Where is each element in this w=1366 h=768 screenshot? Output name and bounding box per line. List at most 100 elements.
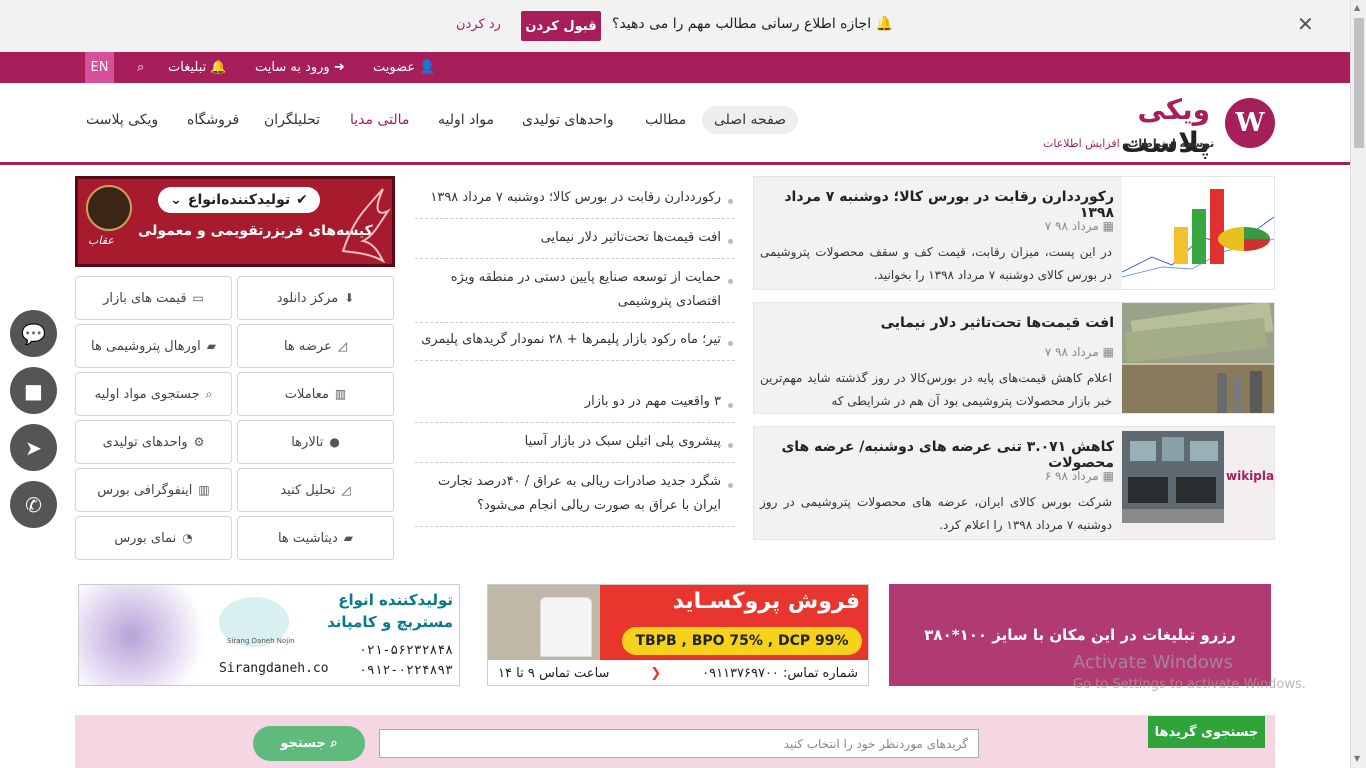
transactions-button[interactable]: ▥ معاملات (237, 372, 394, 416)
forums-button[interactable]: ● تالارها (237, 420, 394, 464)
nav-shop[interactable]: فروشگاه (187, 112, 239, 128)
scroll-up-icon[interactable]: ▲ (1354, 3, 1360, 12)
notification-bar: ✕ اجازه اطلاع رسانی مطالب مهم را می دهید… (0, 0, 1350, 52)
raw-material-search-button[interactable]: ⌕ جستجوی مواد اولیه (75, 372, 232, 416)
ad-phones: ۰۲۱-۵۶۲۳۲۸۴۸ ۰۹۱۲-۰۲۲۴۸۹۳ (359, 643, 453, 678)
accept-button[interactable]: قبول کردن (521, 11, 601, 41)
banner-line2: کیسه‌های فریزرتقویمی و معمولی (138, 223, 373, 239)
post-excerpt: شرکت بورس کالای ایران، عرضه های محصولات … (760, 495, 1112, 532)
post-thumbnail (1122, 303, 1274, 413)
pie-chart-icon: ◔ (182, 531, 193, 545)
featured-post[interactable]: wikiplast کاهش ۳.۰۷۱ تنی عرضه های دوشنبه… (753, 426, 1275, 540)
featured-post[interactable]: رکورددارن رقابت در بورس کالا؛ دوشنبه ۷ م… (753, 176, 1275, 290)
login-link[interactable]: ورود به سایت ➜ (255, 60, 345, 75)
overhaul-button[interactable]: ▰ اورهال پتروشیمی ها (75, 324, 232, 368)
close-icon[interactable]: ✕ (1297, 12, 1314, 36)
bell-icon: 🔔 (875, 16, 893, 32)
post-date: ۷ مرداد ۹۸ ▦ (1044, 219, 1114, 233)
market-prices-button[interactable]: ▭ قیمت های بازار (75, 276, 232, 320)
calendar-icon: ▦ (1102, 219, 1114, 233)
datasheets-button[interactable]: ▰ دیتاشیت ها (237, 516, 394, 560)
news-list-item[interactable]: ۳ واقعیت مهم در دو بازار (415, 390, 735, 423)
nav-articles[interactable]: مطالب (645, 112, 686, 128)
analyze-button[interactable]: ◿ تحلیل کنید (237, 468, 394, 512)
chat-icon[interactable]: 💬 (10, 310, 57, 357)
exchange-view-button[interactable]: ◔ نمای بورس (75, 516, 232, 560)
post-thumbnail (1122, 177, 1274, 289)
area-chart-icon: ◿ (341, 483, 351, 497)
news-list-item[interactable]: پیشروی پلی اتیلن سبک در بازار آسیا (415, 430, 735, 463)
ad-reserve-text: رزرو تبلیغات در این مکان با سایز ۱۰۰*۳۸۰ (924, 626, 1236, 644)
comments-icon: ● (329, 435, 340, 449)
ad-peroxide[interactable]: فروش پروکسـاید TBPB , BPO 75% , DCP 99% … (487, 584, 869, 686)
nav-multimedia[interactable]: مالتی مدیا (350, 112, 409, 128)
nav-analysts[interactable]: تحلیلگران (264, 112, 320, 128)
post-title[interactable]: کاهش ۳.۰۷۱ تنی عرضه های دوشنبه/ عرضه های… (754, 439, 1114, 471)
grade-search-bar: جستجوی گریدها گریدهای موردنظر خود را انت… (75, 715, 1275, 768)
sign-in-icon: ➜ (333, 60, 345, 75)
grade-search-input[interactable]: گریدهای موردنظر خود را انتخاب کنید (379, 729, 979, 758)
membership-link[interactable]: عضویت 👤 (373, 60, 435, 75)
ad-site: Sirangdaneh.co (219, 661, 329, 676)
nav-home[interactable]: صفحه اصلی (702, 106, 799, 134)
nav-wikiplast[interactable]: ویکی پلاست (86, 112, 158, 128)
production-units-button[interactable]: ⚙ واحدهای تولیدی (75, 420, 232, 464)
reject-link[interactable]: رد کردن (456, 17, 501, 32)
post-excerpt: در این پست، میزان رقابت، قیمت کف و سقف م… (760, 245, 1112, 282)
download-icon: ⬇ (344, 291, 355, 305)
news-list-item[interactable]: شگرد جدید صادرات ریالی به عراق / ۴۰درصد … (415, 470, 735, 527)
post-title[interactable]: رکورددارن رقابت در بورس کالا؛ دوشنبه ۷ م… (754, 189, 1114, 221)
phone-icon[interactable]: ✆ (10, 481, 57, 528)
bell-icon: 🔔 (210, 60, 227, 75)
watermark-text: wikiplast (1226, 469, 1274, 483)
logo-icon[interactable]: W (1225, 98, 1275, 148)
ad-contact-row: شماره تماس: ۰۹۱۱۳۷۶۹۷۰۰ ❮ ساعت تماس ۹ تا… (498, 665, 858, 681)
offers-button[interactable]: ◿ عرضه ها (237, 324, 394, 368)
ad-title: تولیدکننده انواع مستربچ و کامپاند (327, 591, 453, 631)
news-list-item[interactable]: تیر؛ ماه رکود بازار پلیمرها + ۲۸ نمودار … (415, 328, 735, 361)
ad-red-panel: فروش پروکسـاید TBPB , BPO 75% , DCP 99% (600, 585, 868, 660)
scrollbar[interactable]: ▲ ▼ (1350, 0, 1366, 768)
calendar-icon: ▦ (1102, 345, 1114, 359)
language-switch[interactable]: EN (85, 52, 114, 83)
ad-logo-text: Sirang Daneh Nojin (227, 637, 295, 645)
activate-windows-subtitle: Go to Settings to activate Windows. (1073, 677, 1306, 692)
search-icon: ⌕ (205, 386, 213, 401)
post-thumbnail: wikiplast (1122, 427, 1274, 539)
banner-ad[interactable]: عقاب ⌄ تولیدکننده‌انواع ✔ کیسه‌های فریزر… (75, 176, 395, 267)
download-center-button[interactable]: ⬇ مرکز دانلود (237, 276, 394, 320)
post-date: ۷ مرداد ۹۸ ▦ (1044, 345, 1114, 359)
video-icon[interactable]: ■ (10, 367, 57, 414)
notification-message: اجازه اطلاع رسانی مطالب مهم را می دهید؟ … (612, 16, 893, 32)
news-list-item[interactable]: حمایت از توسعه صنایع پایین دستی در منطقه… (415, 266, 735, 323)
chevron-down-icon: ⌄ (170, 192, 182, 208)
check-circle-icon: ✔ (296, 192, 308, 208)
post-date: ۶ مرداد ۹۸ ▦ (1044, 469, 1114, 483)
bar-chart-icon: ▥ (198, 483, 210, 497)
ad-canister-image (540, 597, 592, 657)
news-list-item[interactable]: رکورددارن رقابت در بورس کالا؛ دوشنبه ۷ م… (415, 186, 735, 219)
telegram-icon[interactable]: ➤ (10, 424, 57, 471)
ads-link[interactable]: تبلیغات 🔔 (168, 60, 227, 75)
scrollbar-thumb[interactable] (1354, 18, 1364, 148)
eagle-logo (86, 185, 132, 231)
search-icon: ⌕ (330, 736, 338, 751)
news-list-item[interactable]: افت قیمت‌ها تحت‌تاثیر دلار نیمایی (415, 226, 735, 259)
logo-tagline: توسعه ارتباطات، افزایش اطلاعات (1043, 137, 1215, 150)
search-button[interactable]: جستجو ⌕ (253, 726, 365, 761)
featured-post[interactable]: افت قیمت‌ها تحت‌تاثیر دلار نیمایی ۷ مردا… (753, 302, 1275, 414)
user-plus-icon: 👤 (419, 60, 436, 75)
ad-pellets-image (79, 585, 209, 685)
post-title[interactable]: افت قیمت‌ها تحت‌تاثیر دلار نیمایی (754, 315, 1114, 331)
ad-sirangdaneh[interactable]: Sirang Daneh Nojin تولیدکننده انواع مستر… (78, 584, 460, 686)
search-icon[interactable]: ⌕ (137, 60, 144, 75)
nav-production-units[interactable]: واحدهای تولیدی (522, 112, 614, 128)
scroll-down-icon[interactable]: ▼ (1354, 754, 1360, 763)
chevron-left-icon: ❮ (650, 665, 662, 681)
area-chart-icon: ◿ (337, 339, 348, 353)
nav-raw-materials[interactable]: مواد اولیه (438, 112, 494, 128)
post-excerpt: اعلام کاهش قیمت‌های پایه در بورس‌کالا در… (760, 371, 1112, 408)
phoenix-icon (341, 188, 391, 263)
site-header: W ویکی پلاست توسعه ارتباطات، افزایش اطلا… (0, 83, 1350, 165)
infographic-button[interactable]: ▥ اینفوگرافی بورس (75, 468, 232, 512)
